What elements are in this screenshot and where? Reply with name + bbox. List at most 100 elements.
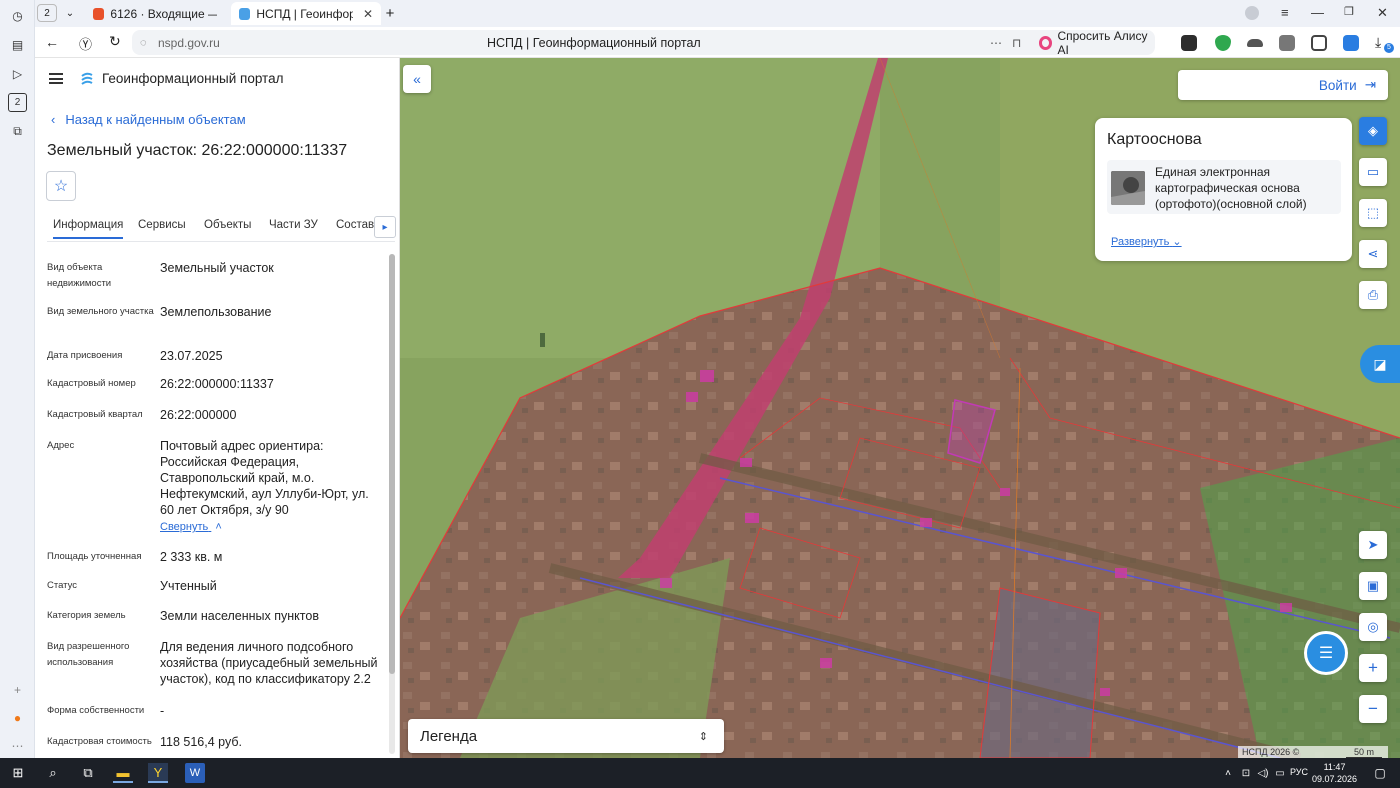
minimize-icon[interactable]: — — [1311, 5, 1324, 20]
tab-info[interactable]: Информация — [53, 219, 124, 239]
collapse-address-link[interactable]: Свернуть ˄ — [160, 521, 222, 533]
task-view-icon[interactable]: ⧉ — [78, 763, 98, 783]
tab-mail[interactable]: 6126 · Входящие — Яндекс — [85, 2, 225, 25]
page-title: Земельный участок: 26:22:000000:11337 — [47, 142, 348, 159]
language-indicator[interactable]: РУС — [1290, 767, 1308, 777]
object-info-panel: Геоинформационный портал ‹ Назад к найден… — [35, 58, 400, 758]
collections-icon[interactable]: ▤ — [8, 35, 27, 54]
extension-icon-1[interactable] — [1181, 35, 1197, 51]
basemap-layer-card[interactable]: Единая электронная картографическая осно… — [1107, 160, 1341, 214]
zoom-out-button[interactable]: − — [1359, 695, 1387, 723]
chat-icon: ☰ — [1318, 645, 1334, 662]
scale-bar: 50 m — [1346, 747, 1382, 758]
system-clock[interactable]: 11:47 09.07.2026 — [1312, 761, 1357, 785]
more-icon[interactable]: ⋯ — [8, 736, 27, 755]
extension-shield-icon[interactable] — [1215, 35, 1231, 51]
windows-start-icon[interactable]: ⊞ — [8, 763, 28, 783]
portal-logo-icon — [81, 72, 93, 85]
shield-icon: ◌ — [140, 36, 147, 49]
restore-icon[interactable]: ❐ — [1344, 5, 1354, 18]
address-bar-row: ← Ⓨ ↻ ◌ nspd.gov.ru НСПД | Геоинформацио… — [35, 27, 1400, 58]
chat-bubble-icon: ◪ — [1373, 355, 1387, 372]
download-icon[interactable]: ⤓ 5 — [1375, 34, 1394, 53]
my-location-button[interactable]: ➤ — [1359, 531, 1387, 559]
bookmark-icon[interactable]: ⊓ — [1012, 36, 1021, 50]
star-icon: ☆ — [53, 178, 69, 195]
add-icon[interactable]: + — [8, 680, 27, 699]
reload-icon[interactable]: ↻ — [109, 33, 121, 50]
favorite-star-button[interactable]: ☆ — [46, 171, 76, 201]
history-icon[interactable]: ◷ — [8, 6, 27, 25]
tab-bar: 2 ⌄ 6126 · Входящие — Яндекс НСПД | Геои… — [35, 0, 1400, 27]
basemap-title: Картооснова — [1107, 131, 1202, 148]
file-explorer-icon[interactable]: ▬ — [113, 763, 133, 783]
word-icon[interactable]: W — [185, 763, 205, 783]
double-chevron-left-icon: « — [413, 71, 421, 87]
chevron-down-icon[interactable]: ⌄ — [59, 2, 81, 25]
panel-scrollbar[interactable] — [389, 254, 395, 754]
share-icon: ⋖ — [1367, 246, 1379, 261]
tabs-next-button[interactable]: ▸ — [374, 216, 396, 238]
hamburger-menu-icon[interactable] — [49, 73, 63, 84]
select-area-button[interactable]: ⬚ — [1359, 199, 1387, 227]
screenshot-icon[interactable]: ⧉ — [8, 122, 27, 141]
video-icon[interactable]: ▷ — [8, 64, 27, 83]
notifications-icon[interactable]: ▢ — [1370, 763, 1390, 783]
tab-composition[interactable]: Состав — [336, 219, 374, 231]
minus-icon: − — [1368, 699, 1378, 718]
new-tab-button[interactable]: + — [381, 2, 399, 25]
yandex-icon[interactable]: Ⓨ — [79, 34, 92, 53]
chevron-left-icon: ‹ — [51, 112, 56, 127]
expand-basemap-link[interactable]: Развернуть ⌄ — [1111, 235, 1182, 248]
geolocation-button[interactable]: ◎ — [1359, 613, 1387, 641]
alice-button[interactable]: Спросить Алису AI — [1033, 29, 1155, 57]
navigation-arrow-icon: ➤ — [1367, 537, 1379, 552]
browser-side-rail: ◷ ▤ ▷ 2 ⧉ + ● ⋯ — [0, 0, 35, 758]
extension-icon-3[interactable] — [1279, 35, 1295, 51]
layers-button[interactable]: ◈ — [1359, 117, 1387, 145]
profile-icon[interactable] — [1245, 6, 1259, 20]
basemap-thumbnail — [1111, 171, 1145, 205]
map-attribution: НСПД 2026 © 50 m — [1238, 746, 1388, 758]
back-arrow-icon[interactable]: ← — [45, 34, 59, 50]
windows-taskbar: ⊞ ⌕ ⧉ ▬ Y W ˄ ⊡ ◁) ▭ РУС 11:47 09.07.202… — [0, 758, 1400, 788]
chat-button[interactable]: ☰ — [1304, 631, 1348, 675]
login-icon: ⇥ — [1364, 77, 1376, 92]
tab-services[interactable]: Сервисы — [138, 219, 186, 231]
share-button[interactable]: ⋖ — [1359, 240, 1387, 268]
minimap-icon: ▣ — [1366, 578, 1380, 593]
extension-icon-4[interactable] — [1311, 35, 1327, 51]
basemap-panel: Картооснова Единая электронная картограф… — [1095, 118, 1352, 261]
yandex-browser-icon[interactable]: Y — [148, 763, 168, 783]
measure-button[interactable]: ▭ — [1359, 158, 1387, 186]
back-to-results-link[interactable]: ‹ Назад к найденным объектам — [51, 112, 246, 127]
tray-arrow-icon[interactable]: ˄ — [1218, 763, 1238, 783]
close-tab-icon[interactable]: ✕ — [363, 7, 373, 21]
zoom-in-button[interactable]: + — [1359, 654, 1387, 682]
up-down-arrows-icon: ⇕ — [698, 730, 708, 743]
more-dots-icon[interactable]: ⋯ — [990, 36, 1002, 50]
login-button[interactable]: Войти ⇥ — [1178, 70, 1388, 100]
location-pin-icon: ◎ — [1367, 619, 1379, 634]
help-widget-button[interactable]: ◪ — [1360, 345, 1400, 383]
tab-objects[interactable]: Объекты — [204, 219, 251, 231]
tab-nspd[interactable]: НСПД | Геоинформацио ✕ — [231, 2, 381, 25]
search-icon[interactable]: ⌕ — [43, 763, 63, 783]
collapse-panel-button[interactable]: « — [403, 65, 431, 93]
menu-icon[interactable]: ≡ — [1281, 5, 1289, 20]
tabs-counter-icon[interactable]: 2 — [8, 93, 27, 112]
extension-icon-5[interactable] — [1343, 35, 1359, 51]
legend-selector[interactable]: Легенда ⇕ — [408, 719, 724, 753]
print-button[interactable]: ⎙ — [1359, 281, 1387, 309]
chevron-down-icon: ⌄ — [1172, 236, 1182, 248]
mail-icon[interactable]: ● — [8, 708, 27, 727]
minimap-button[interactable]: ▣ — [1359, 572, 1387, 600]
extension-hat-icon[interactable] — [1247, 39, 1263, 47]
tab-count-button[interactable]: 2 — [37, 4, 57, 22]
tab-parts[interactable]: Части ЗУ — [269, 219, 318, 231]
battery-icon[interactable]: ▭ — [1270, 763, 1290, 783]
scrollbar-thumb[interactable] — [389, 254, 395, 674]
url-bar[interactable]: ◌ nspd.gov.ru НСПД | Геоинформационный п… — [132, 30, 1067, 55]
close-window-icon[interactable]: ✕ — [1377, 5, 1388, 21]
map-view[interactable]: « Войти ⇥ Картооснова Единая электронная… — [400, 58, 1400, 758]
